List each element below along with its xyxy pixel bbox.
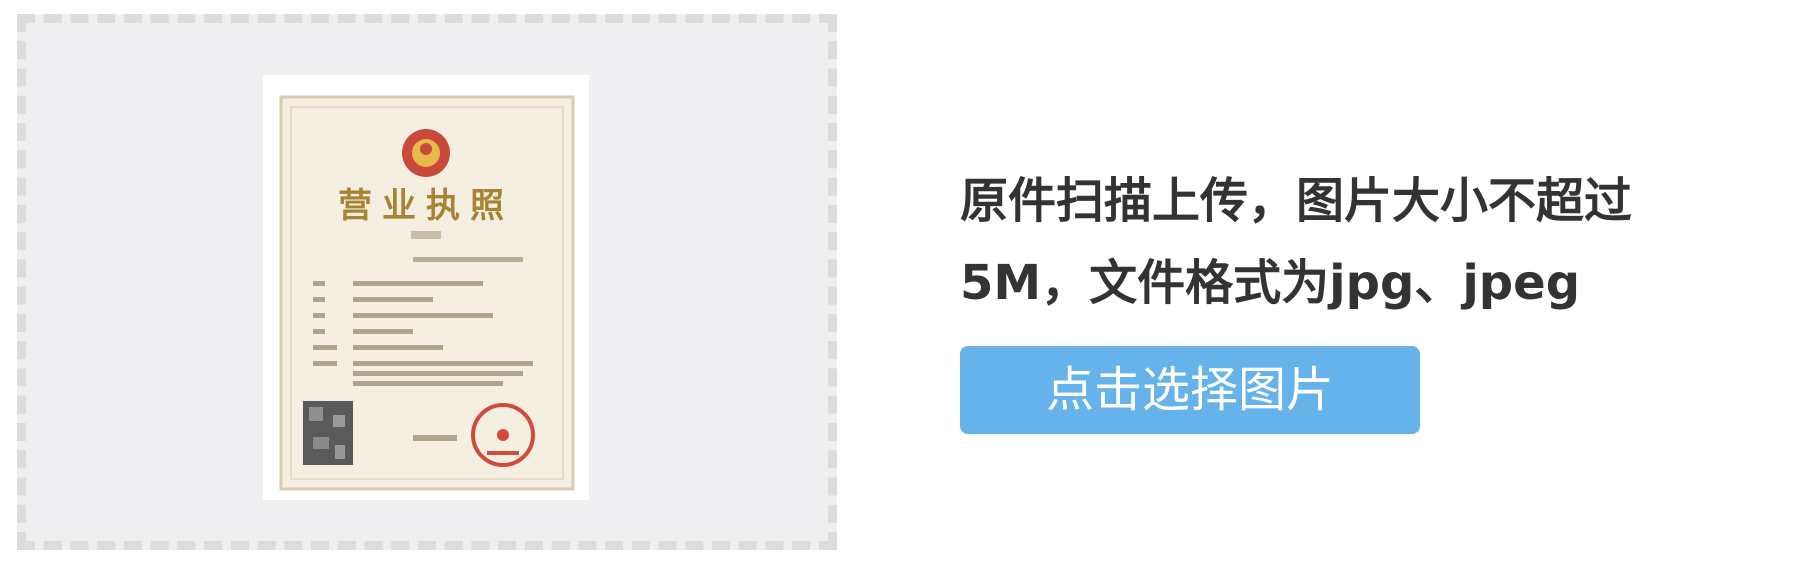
upload-info: 原件扫描上传，图片大小不超过 5M，文件格式为jpg、jpeg 点击选择图片: [960, 160, 1760, 434]
license-title: 营业执照: [338, 186, 514, 226]
upload-area[interactable]: 营业执照: [17, 14, 837, 550]
upload-instructions: 原件扫描上传，图片大小不超过 5M，文件格式为jpg、jpeg: [960, 160, 1760, 324]
business-license-sample-image: 营业执照: [263, 75, 589, 500]
qr-code-icon: [303, 401, 353, 465]
instructions-line-1: 原件扫描上传，图片大小不超过: [960, 173, 1633, 229]
license-illustration: 营业执照: [263, 75, 589, 500]
instructions-line-2: 5M，文件格式为jpg、jpeg: [960, 255, 1581, 311]
national-emblem-icon: [402, 129, 450, 177]
choose-image-button[interactable]: 点击选择图片: [960, 346, 1420, 434]
